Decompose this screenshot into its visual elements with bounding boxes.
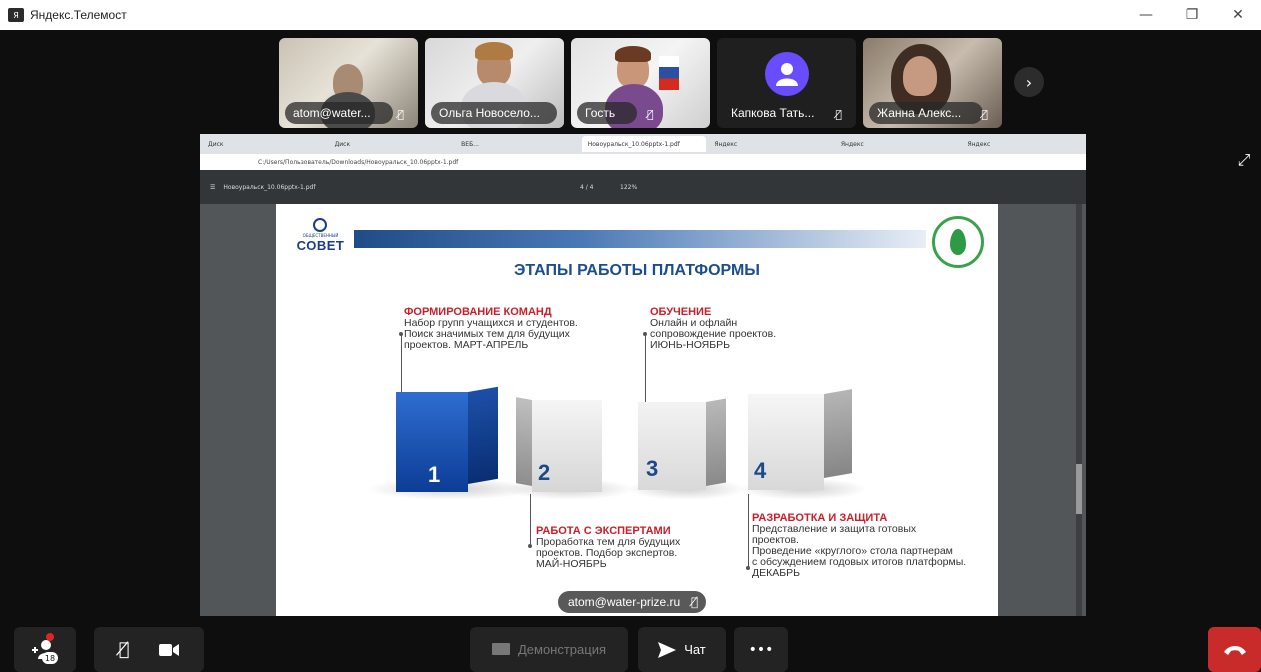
mic-off-icon: 🎙̸ xyxy=(397,108,404,121)
slide-header-bar xyxy=(354,230,926,248)
connector-line xyxy=(748,494,749,568)
cube-face xyxy=(706,398,726,486)
media-controls: 🎙̸ xyxy=(94,627,204,672)
browser-url[interactable]: C:/Users/Пользователь/Downloads/Новоурал… xyxy=(258,159,458,166)
screen-share-view: Диск Диск ВЕБ... Новоуральск_10.06pptx-1… xyxy=(200,134,1086,616)
participant-name: atom@water... xyxy=(285,102,393,124)
hang-up-icon xyxy=(1223,645,1246,655)
app-title: Яндекс.Телемост xyxy=(30,8,127,22)
participant-tile[interactable]: Жанна Алекс... 🎙̸ xyxy=(863,38,1002,128)
stage-cube-4: 4 xyxy=(748,389,858,492)
screen-share-owner-name: atom@water-prize.ru xyxy=(568,595,681,609)
browser-tab[interactable]: Яндекс xyxy=(708,136,833,152)
flag-icon xyxy=(659,56,679,90)
participant-name: Ольга Новосело... xyxy=(431,102,557,124)
pdf-toolbar: ☰ Новоуральск_10.06pptx-1.pdf 4 / 4 122% xyxy=(200,170,1086,204)
screen-share-owner: atom@water-prize.ru 🎙̸ xyxy=(558,591,707,613)
cube-face xyxy=(468,386,498,484)
screen-share-label: Демонстрация xyxy=(517,642,607,657)
close-button[interactable]: ✕ xyxy=(1215,0,1261,30)
stage-cube-3: 3 xyxy=(638,398,738,494)
app-logo-icon: Я xyxy=(8,8,24,22)
stage-cube-1: 1 xyxy=(396,386,506,492)
pdf-scrollbar[interactable] xyxy=(1076,204,1082,616)
mic-off-icon: 🎙̸ xyxy=(691,595,699,609)
browser-tab[interactable]: Диск xyxy=(329,136,454,152)
send-icon xyxy=(658,641,677,658)
stage-text: Онлайн и офлайн сопровождение проектов. … xyxy=(650,317,777,351)
stage-text: Проработка тем для будущих проектов. Под… xyxy=(536,536,681,570)
stage-cube-2: 2 xyxy=(516,397,616,492)
mic-off-icon[interactable]: 🎙̸ xyxy=(119,639,130,660)
restore-button[interactable]: ❐ xyxy=(1169,0,1215,30)
slide-title: ЭТАПЫ РАБОТЫ ПЛАТФОРМЫ xyxy=(514,262,760,279)
browser-tab[interactable]: ВЕБ... xyxy=(455,136,580,152)
connector-line xyxy=(645,334,646,406)
connector-line xyxy=(530,494,531,546)
participant-name: Жанна Алекс... xyxy=(869,102,984,124)
notification-dot xyxy=(46,633,54,641)
person-icon xyxy=(764,52,809,96)
next-participants-button[interactable]: › xyxy=(1014,67,1044,97)
browser-tab-active[interactable]: Новоуральск_10.06pptx-1.pdf xyxy=(581,136,707,152)
chat-button[interactable]: Чат xyxy=(638,627,726,672)
browser-tab[interactable]: Диск xyxy=(202,136,327,152)
browser-tab-bar: Диск Диск ВЕБ... Новоуральск_10.06pptx-1… xyxy=(200,134,1086,154)
participant-video-figure xyxy=(903,56,937,96)
menu-icon[interactable]: ☰ xyxy=(210,184,215,191)
minimize-button[interactable]: — xyxy=(1123,0,1169,30)
screen-share-button[interactable]: Демонстрация xyxy=(470,627,628,672)
browser-address-bar[interactable]: C:/Users/Пользователь/Downloads/Новоурал… xyxy=(200,154,1086,170)
stage-text: Набор групп учащихся и студентов. Поиск … xyxy=(404,317,578,351)
participant-video-hair xyxy=(615,46,651,62)
presentation-slide: ОБЩЕСТВЕННЫЙ СОВЕТ ЭТАПЫ РАБОТЫ ПЛАТФОРМ… xyxy=(276,204,998,616)
mic-off-icon: 🎙̸ xyxy=(981,108,988,121)
stage-number: 4 xyxy=(754,458,767,483)
participant-tile-active-speaker[interactable]: Ольга Новосело... xyxy=(425,38,564,128)
cube-face xyxy=(516,397,532,486)
participant-tile[interactable]: Капкова Тать... 🎙̸ xyxy=(717,38,856,128)
pdf-page-counter[interactable]: 4 / 4 xyxy=(580,184,593,191)
more-button[interactable]: ••• xyxy=(734,627,788,672)
stage-text: Представление и защита готовых проектов.… xyxy=(752,523,967,579)
participant-tile[interactable]: Гость 🎙̸ xyxy=(571,38,710,128)
chat-label: Чат xyxy=(684,642,706,657)
mic-off-icon: 🎙̸ xyxy=(647,108,654,121)
expand-icon[interactable]: ⤢ xyxy=(1233,149,1255,171)
participant-video-hair xyxy=(475,42,513,60)
title-bar: Я Яндекс.Телемост — ❐ ✕ xyxy=(0,0,1261,30)
mic-off-icon: 🎙̸ xyxy=(835,108,842,121)
pdf-scrollbar-thumb[interactable] xyxy=(1076,464,1082,514)
connector-dot xyxy=(528,544,532,548)
camera-icon xyxy=(159,643,180,656)
participants-button[interactable]: 18 xyxy=(14,627,76,672)
stage-number: 2 xyxy=(538,460,551,485)
stage-number: 3 xyxy=(646,456,659,481)
cube-face xyxy=(824,389,852,478)
participant-tile[interactable]: atom@water... 🎙̸ xyxy=(279,38,418,128)
participant-name: Капкова Тать... xyxy=(731,106,815,120)
eco-leaf-icon xyxy=(932,216,984,268)
connector-dot xyxy=(399,332,403,336)
screen-icon xyxy=(491,642,510,655)
hang-up-button[interactable] xyxy=(1208,627,1261,672)
logo-emblem-icon xyxy=(313,218,327,232)
connector-dot xyxy=(746,566,750,570)
browser-tab[interactable]: Яндекс xyxy=(835,136,960,152)
pdf-filename: Новоуральск_10.06pptx-1.pdf xyxy=(223,183,316,191)
browser-tab[interactable]: Яндекс xyxy=(961,136,1086,152)
participants-strip: atom@water... 🎙̸ Ольга Новосело... Гость… xyxy=(279,38,1002,128)
logo-word: СОВЕТ xyxy=(296,238,345,253)
participant-name: Гость xyxy=(577,102,638,124)
stage-number: 1 xyxy=(428,462,441,487)
connector-dot xyxy=(643,332,647,336)
participants-count: 18 xyxy=(42,652,58,664)
council-logo: ОБЩЕСТВЕННЫЙ СОВЕТ xyxy=(293,218,348,260)
pdf-zoom-level[interactable]: 122% xyxy=(620,184,637,191)
